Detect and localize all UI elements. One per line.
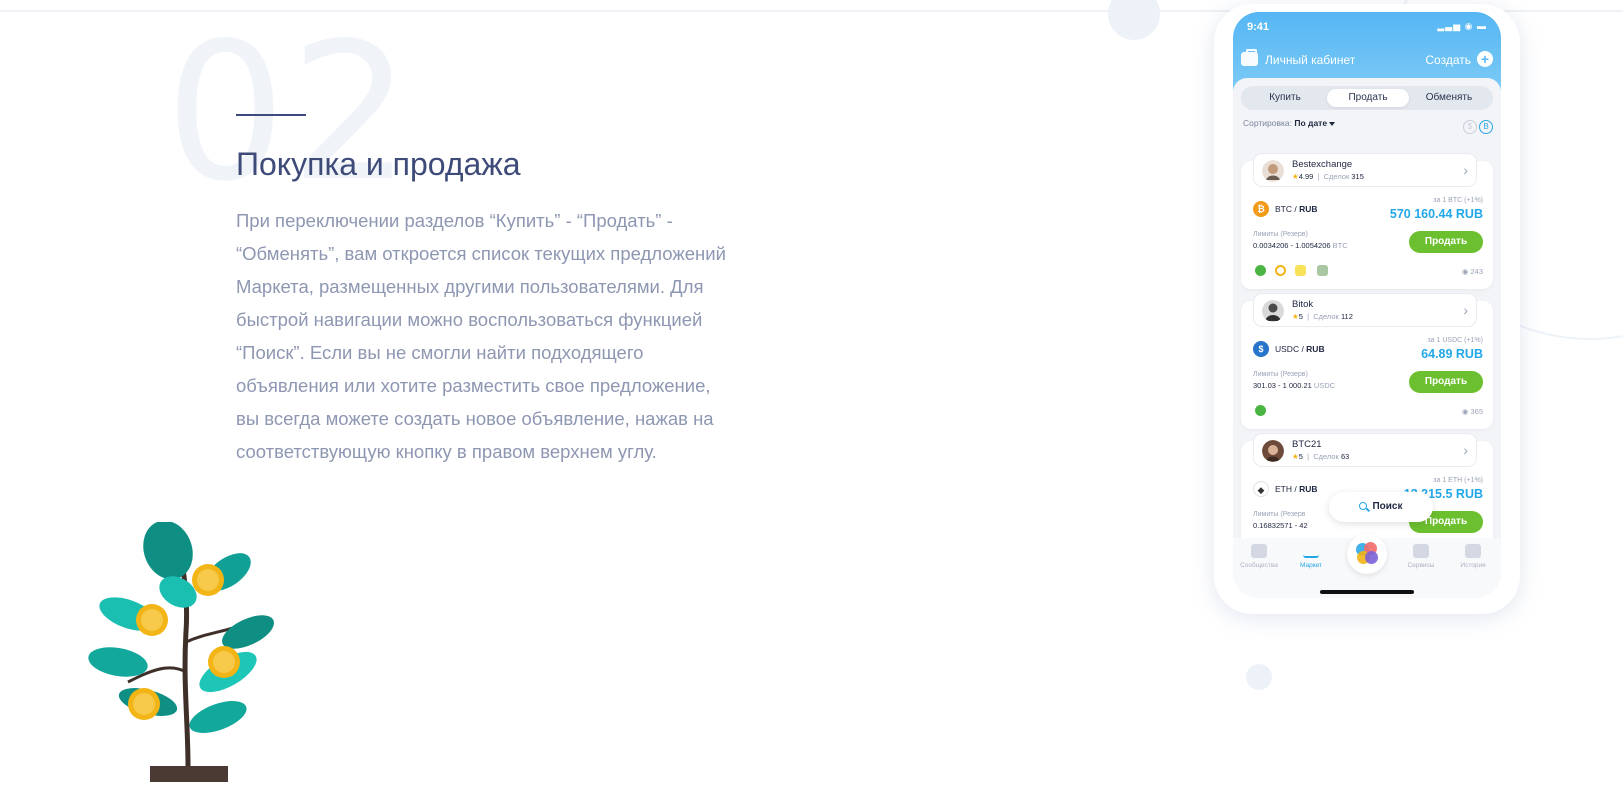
currency-pair: BTC / RUB (1275, 204, 1318, 214)
rate-label: за 1 ETH (+1%) (1433, 477, 1483, 484)
main-menu-button[interactable] (1347, 534, 1387, 574)
user-stats: ★4.99 | Сделок 315 (1292, 172, 1364, 181)
tab-market[interactable]: Маркет (1285, 544, 1337, 569)
create-button[interactable]: Создать (1425, 53, 1471, 67)
sort-control[interactable]: Сортировка: По дате (1243, 118, 1336, 128)
avatar (1262, 160, 1284, 182)
dropdown-icon (1329, 121, 1336, 126)
search-button[interactable]: Поиск (1329, 492, 1433, 522)
user-name: Bitok (1292, 299, 1314, 310)
search-icon (1359, 502, 1368, 510)
account-link[interactable]: Личный кабинет (1265, 53, 1355, 67)
user-name: Bestexchange (1292, 159, 1353, 170)
usdc-icon: $ (1253, 341, 1269, 357)
accent-line (236, 114, 306, 116)
offer-user[interactable]: BTC21 ★5 | Сделок 63 › (1253, 433, 1477, 467)
limits-value: 301.03 - 1 000.21 USDC (1253, 381, 1336, 390)
plus-icon[interactable]: + (1477, 51, 1493, 67)
home-indicator (1320, 590, 1414, 594)
bitcoin-icon[interactable]: B (1479, 120, 1493, 134)
briefcase-icon[interactable] (1241, 49, 1258, 66)
sell-button[interactable]: Продать (1409, 371, 1483, 393)
payment-method-icon (1317, 265, 1328, 276)
tab-services[interactable]: Сервисы (1395, 544, 1447, 569)
section-title: Покупка и продажа (236, 146, 521, 182)
page: 02 Покупка и продажа При переключении ра… (0, 0, 1623, 809)
currency-pair: USDC / RUB (1275, 344, 1325, 354)
chart-icon (1303, 544, 1319, 558)
avatar (1262, 300, 1284, 322)
limits-label: Лимиты (Резерв (1253, 511, 1306, 518)
status-bar: 9:41 ▂▃▅ ◉ ▬ (1247, 21, 1487, 33)
user-name: BTC21 (1292, 439, 1322, 450)
limits-label: Лимиты (Резерв) (1253, 371, 1308, 378)
btc-icon: ₿ (1253, 201, 1269, 217)
sort-value[interactable]: По дате (1294, 118, 1327, 128)
limits-value: 0.0034206 - 1.0054206 BTC (1253, 241, 1348, 250)
tab-buy[interactable]: Купить (1247, 89, 1323, 107)
star-icon: ★ (1292, 172, 1299, 181)
section-description: При переключении разделов “Купить” - “Пр… (236, 210, 726, 462)
app-screen: 9:41 ▂▃▅ ◉ ▬ Личный кабинет Создать + Ку… (1233, 12, 1501, 598)
limits-value: 0.16832571 - 42 (1253, 521, 1308, 530)
bottom-tab-bar: Сообщества Маркет Сервисы История (1233, 534, 1501, 598)
segmented-control: Купить Продать Обменять (1241, 86, 1493, 110)
user-stats: ★5 | Сделок 112 (1292, 312, 1353, 321)
phone-mockup: 9:41 ▂▃▅ ◉ ▬ Личный кабинет Создать + Ку… (1214, 4, 1520, 614)
limits-label: Лимиты (Резерв) (1253, 231, 1308, 238)
views-count: ◉ 243 (1461, 267, 1483, 276)
dollar-icon[interactable]: $ (1463, 120, 1477, 134)
star-icon: ★ (1292, 312, 1299, 321)
sort-label: Сортировка: (1243, 118, 1293, 128)
sell-button[interactable]: Продать (1409, 231, 1483, 253)
money-plant-illustration (88, 522, 274, 782)
eth-icon: ◆ (1253, 481, 1269, 497)
market-content: Купить Продать Обменять Сортировка: По д… (1233, 78, 1501, 598)
logo-circle-4 (1365, 551, 1378, 564)
avatar (1262, 440, 1284, 462)
payment-method-icon (1275, 265, 1286, 276)
rate-label: за 1 BTC (+1%) (1433, 197, 1483, 204)
views-count: ◉ 365 (1461, 407, 1483, 416)
services-icon (1413, 544, 1429, 558)
decor-circle (1108, 0, 1160, 40)
offer-price: 570 160.44 RUB (1389, 207, 1483, 221)
currency-filter: $ B (1461, 116, 1493, 134)
tab-communities[interactable]: Сообщества (1233, 544, 1285, 569)
decor-circle (1246, 664, 1272, 690)
rate-label: за 1 USDC (+1%) (1427, 337, 1483, 344)
chevron-right-icon: › (1463, 302, 1468, 318)
communities-icon (1251, 544, 1267, 558)
user-stats: ★5 | Сделок 63 (1292, 452, 1350, 461)
offer-user[interactable]: Bestexchange ★4.99 | Сделок 315 › (1253, 153, 1477, 187)
tab-history[interactable]: История (1447, 544, 1499, 569)
star-icon: ★ (1292, 452, 1299, 461)
payment-method-icon (1295, 265, 1306, 276)
tab-exchange[interactable]: Обменять (1411, 89, 1487, 107)
currency-pair: ETH / RUB (1275, 484, 1318, 494)
chevron-right-icon: › (1463, 442, 1468, 458)
payment-method-icon (1255, 405, 1266, 416)
chevron-right-icon: › (1463, 162, 1468, 178)
payment-method-icon (1255, 265, 1266, 276)
offer-user[interactable]: Bitok ★5 | Сделок 112 › (1253, 293, 1477, 327)
status-time: 9:41 (1247, 21, 1270, 33)
offer-price: 64.89 RUB (1421, 347, 1483, 361)
status-icons: ▂▃▅ ◉ ▬ (1437, 21, 1487, 31)
tab-sell[interactable]: Продать (1327, 89, 1409, 107)
offer-card[interactable]: Bitok ★5 | Сделок 112 › $ USDC / RUB за … (1241, 293, 1493, 429)
app-header: Личный кабинет Создать + (1241, 49, 1493, 72)
offer-card[interactable]: Bestexchange ★4.99 | Сделок 315 › ₿ BTC … (1241, 153, 1493, 289)
history-icon (1465, 544, 1481, 558)
